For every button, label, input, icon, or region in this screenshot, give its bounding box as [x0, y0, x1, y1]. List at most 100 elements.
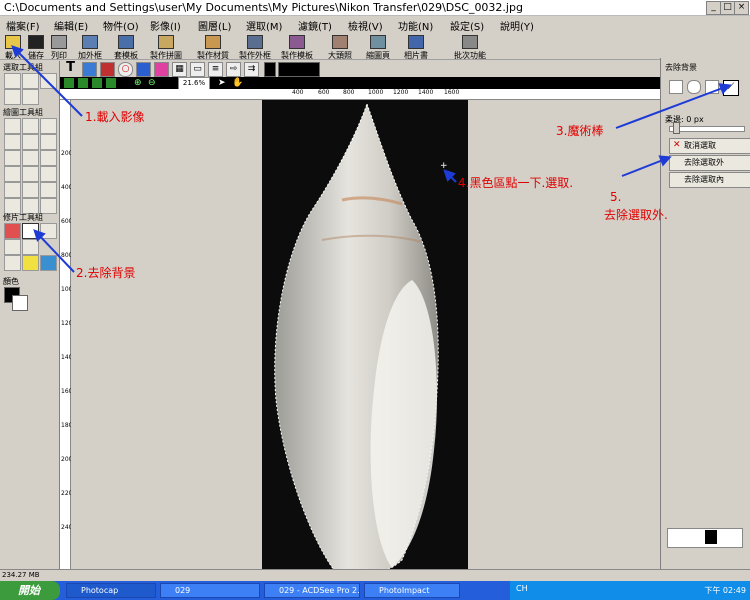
- headshot-button[interactable]: 大頭照: [326, 34, 354, 60]
- speech-bubble-icon[interactable]: ▭: [190, 62, 205, 77]
- add-frame-button[interactable]: 加外框: [76, 34, 104, 60]
- rect-select-tool[interactable]: [4, 73, 21, 89]
- chalk-tool[interactable]: [40, 134, 57, 150]
- menu-settings[interactable]: 設定(S): [450, 18, 484, 33]
- red-eye-tool[interactable]: [4, 223, 21, 239]
- lasso-select-option[interactable]: [705, 80, 719, 94]
- menu-layer[interactable]: 圖層(L): [198, 18, 231, 33]
- select-group-label: 選取工具組: [3, 63, 43, 72]
- zoom-in-icon[interactable]: ⊕: [134, 78, 144, 88]
- clock-icon[interactable]: ○: [118, 62, 133, 77]
- photo-book-button[interactable]: 相片書: [402, 34, 430, 60]
- pen-tool[interactable]: [4, 118, 21, 134]
- menu-function[interactable]: 功能(N): [398, 18, 433, 33]
- eraser-tool[interactable]: [40, 150, 57, 166]
- nav-first-icon[interactable]: [64, 78, 74, 88]
- lasso-tool[interactable]: [40, 73, 57, 89]
- stamp-tool[interactable]: [4, 150, 21, 166]
- menu-filter[interactable]: 濾鏡(T): [298, 18, 332, 33]
- color-fix-tool[interactable]: [40, 255, 57, 271]
- crop-tool[interactable]: [4, 255, 21, 271]
- smooth-edge-slider[interactable]: [669, 126, 745, 132]
- make-template-button[interactable]: 製作模板: [280, 34, 314, 60]
- ime-indicator[interactable]: CH: [516, 584, 528, 593]
- pointer-icon[interactable]: ➤: [218, 78, 228, 88]
- remove-background-tool[interactable]: [22, 223, 39, 239]
- batch-button[interactable]: 批次功能: [452, 34, 488, 60]
- minimize-button[interactable]: _: [706, 1, 721, 15]
- crayon-tool[interactable]: [22, 134, 39, 150]
- double-arrow-icon[interactable]: ⇉: [244, 62, 259, 77]
- color-black-swatch[interactable]: [264, 62, 276, 77]
- background-color-swatch[interactable]: [12, 295, 28, 311]
- magic-wand-icon[interactable]: ⟋: [723, 80, 739, 96]
- task-photoimpact[interactable]: PhotoImpact: [364, 583, 460, 598]
- line-style-selector[interactable]: [278, 62, 320, 77]
- menu-edit[interactable]: 編輯(E): [54, 18, 88, 33]
- ruler-label: 1400: [418, 89, 434, 96]
- shell-photo[interactable]: [262, 100, 468, 580]
- rect-select-option[interactable]: [669, 80, 683, 94]
- rounded-rect-tool[interactable]: [40, 182, 57, 198]
- print-button[interactable]: 列印: [48, 34, 70, 60]
- thumbnail-icon: [370, 35, 386, 49]
- smudge-tool[interactable]: [40, 166, 57, 182]
- brush-select-tool[interactable]: [22, 89, 39, 105]
- remove-inside-button[interactable]: 去除選取內: [669, 172, 750, 188]
- magic-wand-tool[interactable]: [4, 89, 21, 105]
- nav-last-icon[interactable]: [106, 78, 116, 88]
- image-object-icon[interactable]: [82, 62, 97, 77]
- hand-icon[interactable]: ✋: [232, 78, 243, 88]
- save-button[interactable]: 儲存: [24, 34, 48, 60]
- menu-object[interactable]: 物件(O): [103, 18, 139, 33]
- ellipse-select-tool[interactable]: [22, 73, 39, 89]
- cancel-selection-button[interactable]: 取消選取: [669, 138, 750, 154]
- annotation-click-black: 4.黑色區點一下.選取.: [458, 176, 574, 190]
- task-photocap[interactable]: Photocap: [66, 583, 156, 598]
- load-button[interactable]: 載入: [2, 34, 24, 60]
- clone-tool[interactable]: [4, 239, 21, 255]
- frame-object-icon[interactable]: [154, 62, 169, 77]
- menu-file[interactable]: 檔案(F): [6, 18, 40, 33]
- nav-next-icon[interactable]: [92, 78, 102, 88]
- remove-outside-button[interactable]: 去除選取外: [669, 155, 750, 171]
- blur-tool[interactable]: [22, 239, 39, 255]
- menu-view[interactable]: 檢視(V): [348, 18, 383, 33]
- bucket-tool[interactable]: [22, 150, 39, 166]
- marker-tool[interactable]: [40, 118, 57, 134]
- rectangle-tool[interactable]: [4, 182, 21, 198]
- dropper-tool[interactable]: [4, 166, 21, 182]
- lighten-tool[interactable]: [22, 255, 39, 271]
- brush-tool[interactable]: [22, 118, 39, 134]
- shape-object-icon[interactable]: [100, 62, 115, 77]
- clock: 下午 02:49: [704, 586, 746, 595]
- thumbnail-page-button[interactable]: 縮圖頁: [364, 34, 392, 60]
- ellipse-select-option[interactable]: [687, 80, 701, 94]
- slider-handle[interactable]: [673, 122, 680, 134]
- menu-image[interactable]: 影像(I): [150, 18, 181, 33]
- close-button[interactable]: ×: [734, 1, 749, 15]
- menu-bar: 檔案(F) 編輯(E) 物件(O) 影像(I) 圖層(L) 選取(M) 濾鏡(T…: [0, 16, 750, 34]
- pencil-tool[interactable]: [22, 166, 39, 182]
- menu-select[interactable]: 選取(M): [246, 18, 282, 33]
- apply-template-button[interactable]: 套模板: [112, 34, 140, 60]
- arrow-right-icon[interactable]: ⇨: [226, 62, 241, 77]
- start-button[interactable]: 開始: [0, 581, 60, 600]
- maximize-button[interactable]: □: [720, 1, 735, 15]
- nav-prev-icon[interactable]: [78, 78, 88, 88]
- zoom-out-icon[interactable]: ⊖: [148, 78, 158, 88]
- sharpen-tool[interactable]: [40, 223, 57, 239]
- airbrush-tool[interactable]: [4, 134, 21, 150]
- make-texture-button[interactable]: 製作材質: [196, 34, 230, 60]
- ellipse-tool[interactable]: [22, 182, 39, 198]
- text-tool-icon[interactable]: T: [64, 61, 77, 75]
- floppy-icon: [28, 35, 44, 49]
- lens-icon[interactable]: [136, 62, 151, 77]
- list-icon[interactable]: ≡: [208, 62, 223, 77]
- task-folder-029[interactable]: 029: [160, 583, 260, 598]
- menu-help[interactable]: 說明(Y): [500, 18, 534, 33]
- make-frame-button[interactable]: 製作外框: [238, 34, 272, 60]
- task-acdsee[interactable]: 029 - ACDSee Pro 2.5: [264, 583, 360, 598]
- make-puzzle-button[interactable]: 製作拼圖: [150, 34, 182, 60]
- calendar-icon[interactable]: ▦: [172, 62, 187, 77]
